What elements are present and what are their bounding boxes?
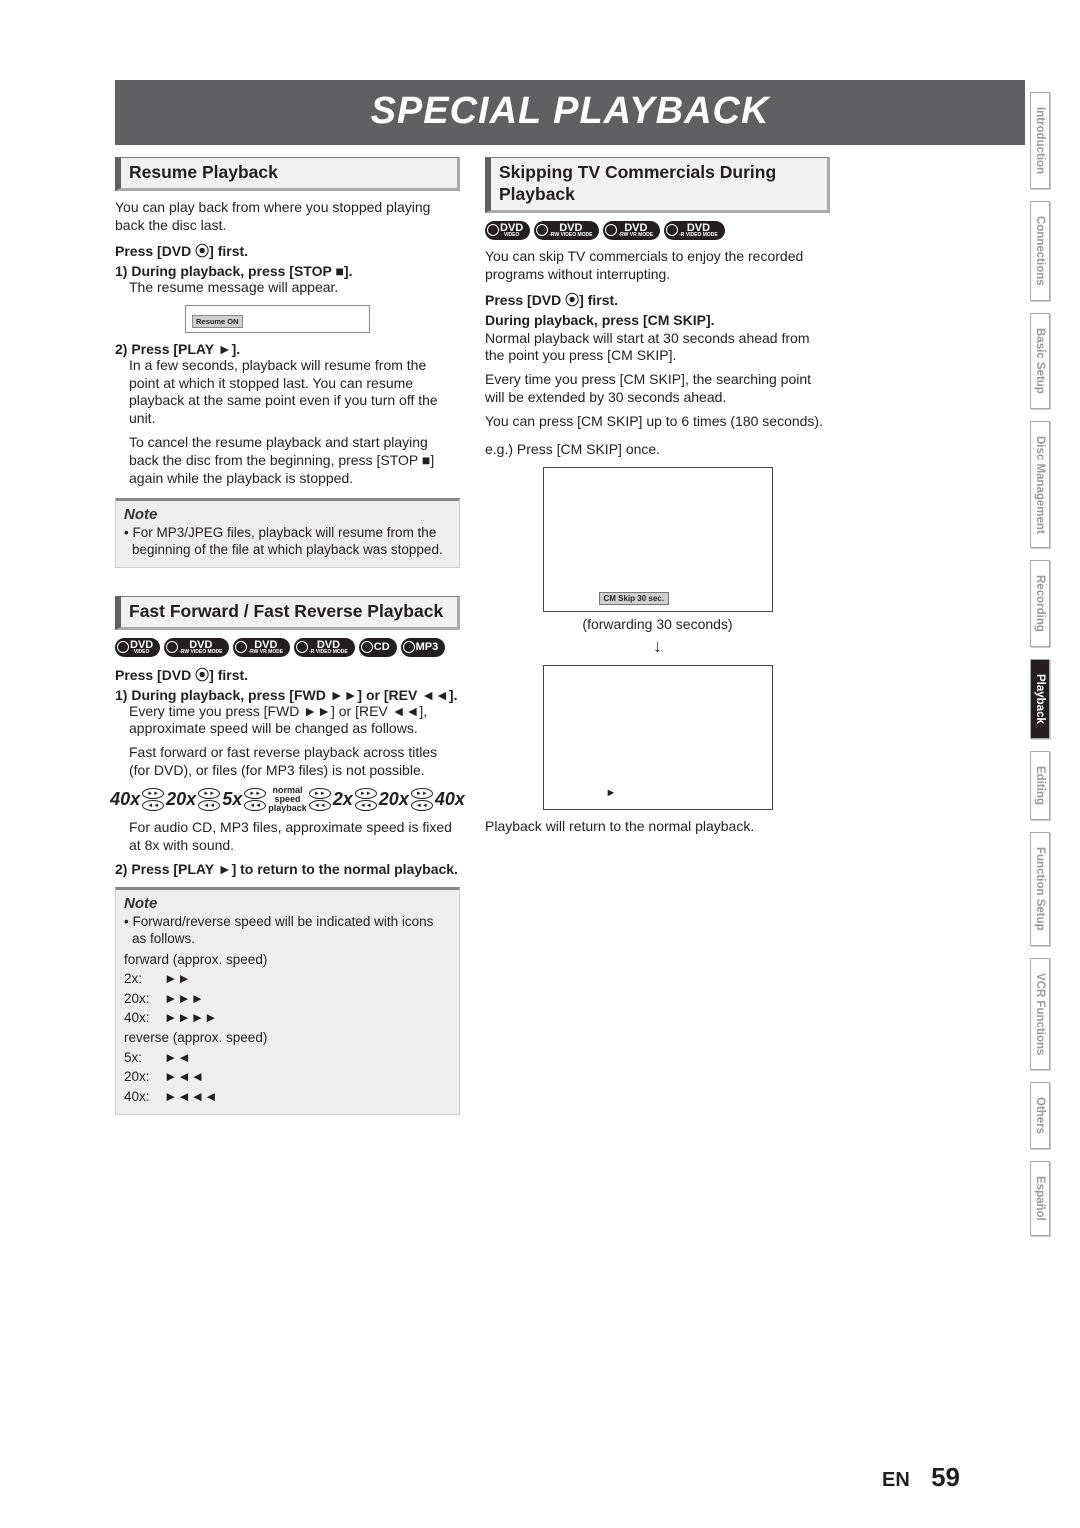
note-box: Note Forward/reverse speed will be indic… <box>115 887 460 1115</box>
side-tab[interactable]: VCR Functions <box>1030 958 1050 1070</box>
text: e.g.) Press [CM SKIP] once. <box>485 441 830 459</box>
side-tabs: Introduction Connections Basic Setup Disc M… <box>1030 92 1062 1248</box>
format-badge: DVD-R VIDEO MODE <box>294 638 355 657</box>
cmskip-label: CM Skip 30 sec. <box>599 592 669 605</box>
format-badges: DVDVIDEODVD-RW VIDEO MODEDVD-RW VR MODED… <box>115 638 460 657</box>
right-column: Skipping TV Commercials During Playback … <box>485 157 830 1115</box>
format-badge: DVD-RW VIDEO MODE <box>534 221 599 240</box>
side-tab[interactable]: Español <box>1030 1161 1050 1236</box>
arrow-down-icon: ↓ <box>485 636 830 657</box>
text: Fast forward or fast reverse playback ac… <box>129 744 460 780</box>
step-2: 2) Press [PLAY ►] to return to the norma… <box>115 861 460 877</box>
note-box: Note For MP3/JPEG files, playback will r… <box>115 498 460 568</box>
step-1: 1) During playback, press [FWD ►►] or [R… <box>115 687 460 703</box>
format-badge: DVDVIDEO <box>115 638 160 657</box>
text: You can press [CM SKIP] up to 6 times (1… <box>485 413 830 431</box>
caption: (forwarding 30 seconds) <box>485 616 830 632</box>
format-badge: MP3 <box>401 638 446 657</box>
resume-screenshot: Resume ON <box>185 305 370 333</box>
text: The resume message will appear. <box>129 279 460 297</box>
text: For audio CD, MP3 files, approximate spe… <box>129 819 460 855</box>
side-tab[interactable]: Editing <box>1030 751 1050 820</box>
tv-screenshot-1: CM Skip 30 sec. <box>543 467 773 612</box>
side-tab[interactable]: Disc Management <box>1030 421 1050 549</box>
text: To cancel the resume playback and start … <box>129 434 460 488</box>
text: Press [DVD ⦿] first. <box>115 241 460 261</box>
page-number: 59 <box>931 1462 960 1492</box>
format-badges: DVDVIDEODVD-RW VIDEO MODEDVD-RW VR MODED… <box>485 221 830 240</box>
note-heading: Note <box>124 895 451 912</box>
text: Every time you press [CM SKIP], the sear… <box>485 371 830 407</box>
text: Every time you press [FWD ►►] or [REV ◄◄… <box>129 703 460 739</box>
text: In a few seconds, playback will resume f… <box>129 357 460 429</box>
text: You can skip TV commercials to enjoy the… <box>485 248 830 284</box>
format-badge: DVD-RW VR MODE <box>233 638 290 657</box>
text: Press [DVD ⦿] first. <box>485 290 830 310</box>
format-badge: DVD-RW VR MODE <box>603 221 660 240</box>
page-footer: EN 59 <box>882 1462 960 1493</box>
side-tab[interactable]: Others <box>1030 1082 1050 1149</box>
section-ffr-title: Fast Forward / Fast Reverse Playback <box>115 596 460 630</box>
text: During playback, press [CM SKIP]. <box>485 312 830 328</box>
side-tab[interactable]: Recording <box>1030 560 1050 647</box>
format-badge: DVDVIDEO <box>485 221 530 240</box>
play-icon: ► <box>606 787 617 799</box>
section-cmskip-title: Skipping TV Commercials During Playback <box>485 157 830 213</box>
side-tab[interactable]: Playback <box>1030 659 1050 739</box>
format-badge: DVD-RW VIDEO MODE <box>164 638 229 657</box>
resume-on-label: Resume ON <box>192 315 243 328</box>
side-tab[interactable]: Introduction <box>1030 92 1050 189</box>
language-code: EN <box>882 1469 910 1491</box>
left-column: Resume Playback You can play back from w… <box>115 157 460 1115</box>
step-2: 2) Press [PLAY ►]. <box>115 341 460 357</box>
text: Press [DVD ⦿] first. <box>115 665 460 685</box>
format-badge: CD <box>359 638 397 657</box>
note-item: Forward/reverse speed will be indicated … <box>124 914 451 948</box>
note-item: For MP3/JPEG files, playback will resume… <box>124 525 451 559</box>
speed-diagram: 40x►►◄◄20x►►◄◄5x►►◄◄normalspeedplayback►… <box>115 786 460 813</box>
side-tab[interactable]: Function Setup <box>1030 832 1050 946</box>
side-tab[interactable]: Basic Setup <box>1030 313 1050 409</box>
text: You can play back from where you stopped… <box>115 199 460 235</box>
format-badge: DVD-R VIDEO MODE <box>664 221 725 240</box>
step-1: 1) During playback, press [STOP ■]. <box>115 263 460 279</box>
side-tab[interactable]: Connections <box>1030 201 1050 301</box>
section-resume-title: Resume Playback <box>115 157 460 191</box>
note-heading: Note <box>124 506 451 523</box>
page-title: SPECIAL PLAYBACK <box>115 80 1025 145</box>
tv-screenshot-2: ► <box>543 665 773 810</box>
text: Normal playback will start at 30 seconds… <box>485 330 830 366</box>
text: Playback will return to the normal playb… <box>485 818 830 836</box>
